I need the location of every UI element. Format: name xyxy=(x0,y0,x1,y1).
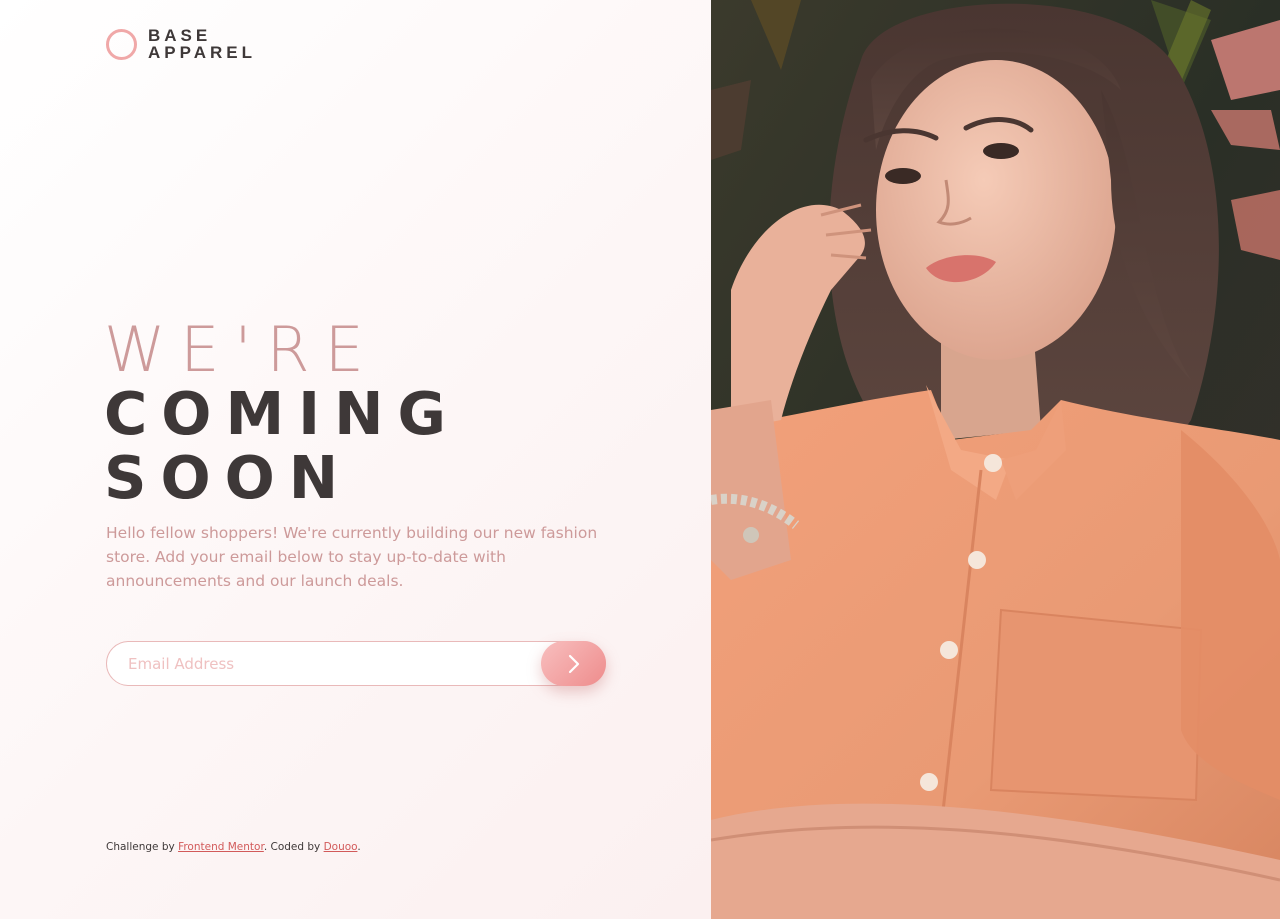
headline: WE'RE COMING SOON xyxy=(104,318,460,510)
submit-button[interactable] xyxy=(541,641,606,686)
chevron-right-icon xyxy=(568,654,579,673)
author-link[interactable]: Douoo xyxy=(324,841,358,853)
logo[interactable]: BASE APPAREL xyxy=(106,27,256,61)
logo-line-2: APPAREL xyxy=(148,43,256,62)
intro-text: Hello fellow shoppers! We're currently b… xyxy=(106,524,598,590)
logo-line-1: BASE xyxy=(148,26,212,45)
logo-text: BASE APPAREL xyxy=(148,27,256,61)
content-panel: BASE APPAREL WE'RE COMING SOON Hello fel… xyxy=(0,0,711,919)
hero-image xyxy=(711,0,1280,919)
logo-circle-icon xyxy=(106,28,137,60)
headline-line-3: SOON xyxy=(104,443,353,512)
attribution-middle: . Coded by xyxy=(263,841,324,853)
attribution-suffix: . xyxy=(357,841,361,853)
attribution-prefix: Challenge by xyxy=(106,841,179,853)
email-input[interactable] xyxy=(128,642,528,685)
attribution: Challenge by Frontend Mentor. Coded by D… xyxy=(106,841,361,853)
email-form xyxy=(106,641,606,686)
frontend-mentor-link[interactable]: Frontend Mentor xyxy=(178,841,264,853)
hero-photo xyxy=(711,0,1280,919)
headline-line-1: WE'RE xyxy=(104,313,379,386)
headline-line-2: COMING xyxy=(104,379,460,448)
